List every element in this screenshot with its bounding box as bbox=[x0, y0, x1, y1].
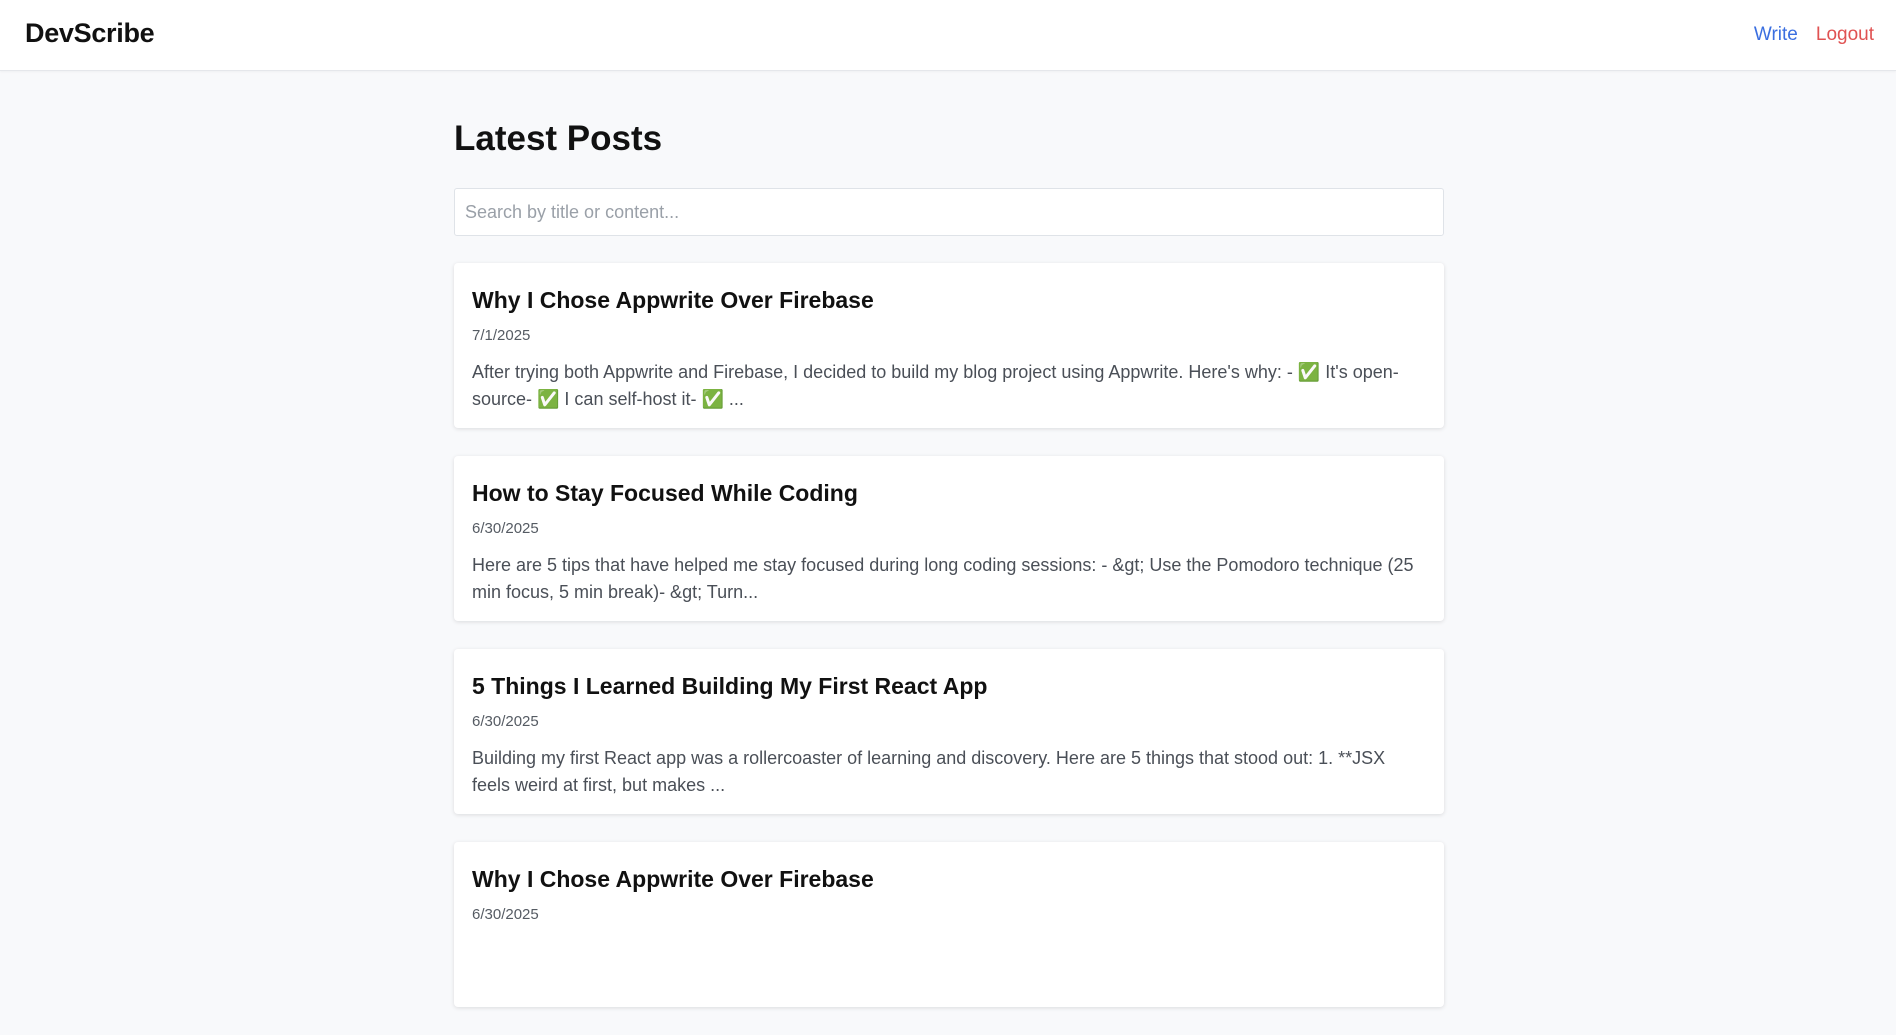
post-card[interactable]: 5 Things I Learned Building My First Rea… bbox=[454, 649, 1444, 814]
post-title[interactable]: Why I Chose Appwrite Over Firebase bbox=[472, 864, 1426, 894]
post-date: 6/30/2025 bbox=[472, 520, 539, 537]
post-list: Why I Chose Appwrite Over Firebase 7/1/2… bbox=[454, 263, 1444, 1007]
brand-logo[interactable]: DevScribe bbox=[25, 18, 155, 49]
post-date: 6/30/2025 bbox=[472, 713, 539, 730]
post-card[interactable]: Why I Chose Appwrite Over Firebase 7/1/2… bbox=[454, 263, 1444, 428]
write-link[interactable]: Write bbox=[1754, 24, 1798, 46]
post-date: 7/1/2025 bbox=[472, 327, 531, 344]
post-card[interactable]: How to Stay Focused While Coding 6/30/20… bbox=[454, 456, 1444, 621]
navbar: DevScribe Write Logout bbox=[0, 0, 1896, 71]
post-title[interactable]: How to Stay Focused While Coding bbox=[472, 478, 1426, 508]
main-content: Latest Posts Why I Chose Appwrite Over F… bbox=[454, 118, 1444, 1035]
post-excerpt: Building my first React app was a roller… bbox=[472, 748, 1386, 795]
search-input[interactable] bbox=[454, 188, 1444, 236]
logout-link[interactable]: Logout bbox=[1816, 24, 1874, 46]
post-date: 6/30/2025 bbox=[472, 906, 539, 923]
post-excerpt: After trying both Appwrite and Firebase,… bbox=[472, 362, 1399, 409]
post-title[interactable]: Why I Chose Appwrite Over Firebase bbox=[472, 285, 1426, 315]
post-title[interactable]: 5 Things I Learned Building My First Rea… bbox=[472, 671, 1426, 701]
post-card[interactable]: Why I Chose Appwrite Over Firebase 6/30/… bbox=[454, 842, 1444, 1007]
page-title: Latest Posts bbox=[454, 119, 663, 158]
post-excerpt: Here are 5 tips that have helped me stay… bbox=[472, 555, 1414, 602]
nav-links: Write Logout bbox=[1754, 24, 1874, 46]
